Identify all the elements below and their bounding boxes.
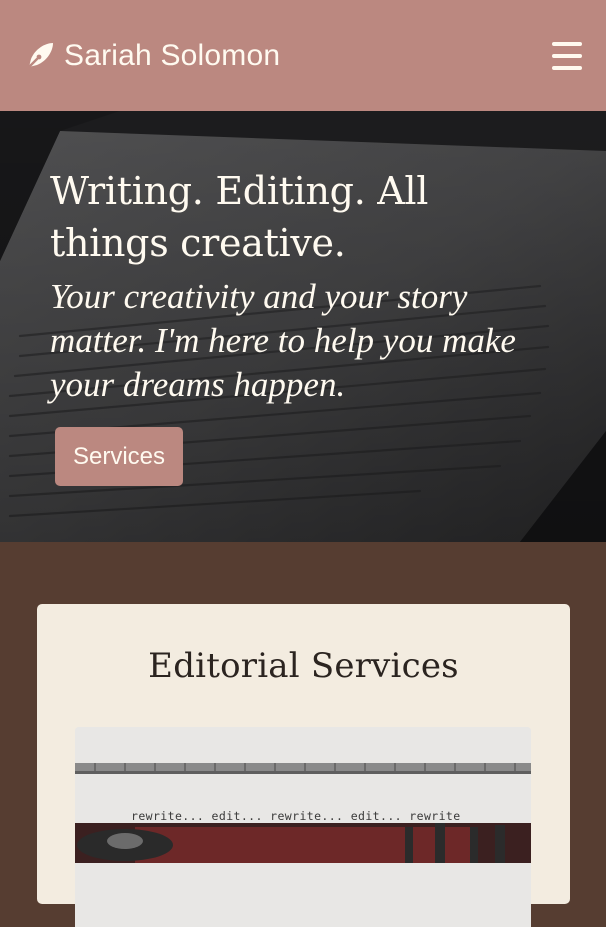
hero-title: Writing. Editing. All things creative.: [50, 169, 429, 265]
hero-tagline: Your creativity and your story matter. I…: [50, 277, 516, 404]
card-title: Editorial Services: [148, 646, 459, 686]
services-button[interactable]: Services: [55, 427, 183, 486]
typewriter-image: rewrite... edit... rewrite... edit... re…: [75, 727, 531, 927]
typed-text: rewrite... edit... rewrite... edit... re…: [131, 809, 461, 823]
brand-link[interactable]: Sariah Solomon: [24, 40, 280, 72]
navbar: Sariah Solomon: [0, 0, 606, 111]
hamburger-menu-icon[interactable]: [552, 41, 582, 70]
hero-section: Writing. Editing. All things creative. Y…: [0, 111, 606, 542]
typewriter-illustration: [75, 727, 531, 927]
feather-pen-icon: [24, 40, 56, 72]
editorial-services-card: Editorial Services rewrite... edit... re…: [37, 604, 570, 927]
brand-name: Sariah Solomon: [64, 38, 281, 72]
hero-content: Writing. Editing. All things creative. Y…: [50, 165, 550, 407]
